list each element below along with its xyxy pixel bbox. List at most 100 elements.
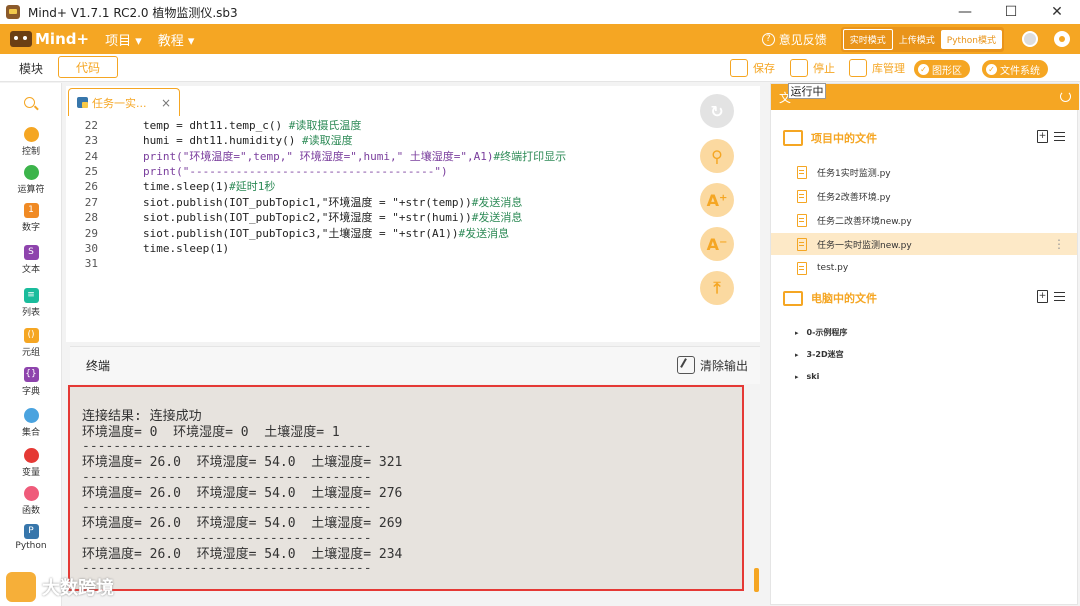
robot-logo-icon xyxy=(10,31,32,47)
minimize-button[interactable]: — xyxy=(942,0,988,24)
mode-realtime[interactable]: 实时模式 xyxy=(842,28,893,50)
file-icon xyxy=(797,213,807,227)
watermark: 大数跨境 xyxy=(6,572,114,602)
font-increase-icon[interactable]: A⁺ xyxy=(700,183,734,217)
palette-label: 控制 xyxy=(21,147,40,157)
watermark-text: 大数跨境 xyxy=(42,578,114,599)
tree-item[interactable]: ▸ 0-示例程序 xyxy=(795,327,847,338)
save-button[interactable]: 保存 xyxy=(730,58,775,78)
palette-operators[interactable]: 运算符 xyxy=(0,165,62,195)
project-files-title: 项目中的文件 xyxy=(811,132,877,145)
font-decrease-icon[interactable]: A⁻ xyxy=(700,227,734,261)
clear-output-button[interactable]: 清除输出 xyxy=(676,356,748,374)
code-text: siot.publish(IOT_pubTopic3,"土壤湿度 = "+str… xyxy=(143,227,459,240)
palette-list[interactable]: ≡ 列表 xyxy=(0,288,62,318)
code-editor[interactable]: 任务一实... × 22 temp = dht11.temp_c() #读取摄氏温… xyxy=(66,86,760,342)
menu-icon[interactable] xyxy=(1054,292,1065,301)
file-item[interactable]: 任务二改善环境new.py xyxy=(771,209,1077,231)
line-number: 28 xyxy=(84,211,98,224)
stop-button[interactable]: 停止 xyxy=(790,58,835,78)
library-button[interactable]: 库管理 xyxy=(849,58,905,78)
editor-file-tab[interactable]: 任务一实... × xyxy=(68,88,180,116)
watermark-logo-icon xyxy=(6,572,36,602)
palette-label: 运算符 xyxy=(17,185,45,195)
toolbar: 模块 代码 保存 停止 库管理 ✓ 图形区 ✓ 文件系统 xyxy=(0,54,1080,82)
file-item-active[interactable]: 任务一实时监测new.py ⋮ xyxy=(771,233,1077,255)
menu-icon[interactable] xyxy=(1054,132,1065,141)
new-file-icon[interactable]: + xyxy=(1037,130,1048,143)
python-file-icon xyxy=(77,97,88,108)
terminal-output[interactable]: 连接结果: 连接成功 环境温度= 0 环境湿度= 0 土壤湿度= 1 -----… xyxy=(68,385,744,591)
tab-blocks[interactable]: 模块 xyxy=(8,57,54,79)
palette-label: Python xyxy=(15,541,47,551)
filesystem-toggle[interactable]: ✓ 文件系统 xyxy=(982,60,1048,78)
search-icon[interactable] xyxy=(24,97,35,108)
file-item[interactable]: 任务1实时监测.py xyxy=(771,161,1077,183)
graphics-toggle[interactable]: ✓ 图形区 xyxy=(914,60,970,78)
palette-set[interactable]: 集合 xyxy=(0,408,62,438)
code-text: humi = dht11.humidity() xyxy=(143,134,302,147)
code-text: time.sleep(1) xyxy=(143,180,230,193)
mode-upload[interactable]: 上传模式 xyxy=(893,30,941,49)
gear-icon[interactable] xyxy=(1054,31,1070,47)
file-item[interactable]: 任务2改善环境.py xyxy=(771,185,1077,207)
question-icon: ? xyxy=(761,32,775,46)
dict-icon: {} xyxy=(23,367,39,382)
tree-item[interactable]: ▸ 3-2D迷宫 xyxy=(795,349,844,360)
menu-tutorial[interactable]: 教程 ▾ xyxy=(158,30,195,49)
palette-functions[interactable]: 函数 xyxy=(0,486,62,516)
clear-output-label: 清除输出 xyxy=(699,358,748,373)
palette-variables[interactable]: 变量 xyxy=(0,448,62,478)
scroll-top-icon[interactable]: ⤒ xyxy=(700,271,734,305)
code-line: 24 print("环境温度=",temp," 环境湿度=",humi," 土壤湿… xyxy=(66,149,686,164)
close-tab-icon[interactable]: × xyxy=(161,96,171,110)
operators-icon xyxy=(23,165,39,180)
code-line: 28 siot.publish(IOT_pubTopic2,"环境湿度 = "+s… xyxy=(66,210,686,225)
palette-control[interactable]: 控制 xyxy=(0,127,62,157)
refresh-icon[interactable]: ↻ xyxy=(700,94,734,128)
file-icon xyxy=(797,189,807,203)
palette-number[interactable]: 1 数字 xyxy=(0,203,62,233)
computer-files-actions: + xyxy=(1037,290,1065,303)
file-name: 任务二改善环境new.py xyxy=(817,216,912,227)
expand-arrow-icon[interactable]: ▸ xyxy=(795,329,799,337)
code-text: temp = dht11.temp_c() xyxy=(143,119,289,132)
file-item[interactable]: test.py xyxy=(771,257,1077,279)
code-text: print("---------------------------------… xyxy=(143,165,448,178)
mode-python[interactable]: Python模式 xyxy=(940,29,1002,49)
user-avatar[interactable] xyxy=(1022,31,1038,47)
tree-item-label: 0-示例程序 xyxy=(806,328,848,337)
code-line: 30 time.sleep(1) xyxy=(66,241,686,256)
file-panel: 文 项目中的文件 + 任务1实时监测.py 任务2改善环境.py 任务二改善环境… xyxy=(770,83,1079,605)
feedback-button[interactable]: ? 意见反馈 xyxy=(761,31,827,48)
palette-python[interactable]: P Python xyxy=(0,524,62,551)
code-comment: #发送消息 xyxy=(471,211,523,224)
refresh-icon[interactable] xyxy=(1060,91,1071,102)
line-number: 24 xyxy=(84,150,98,163)
new-file-icon[interactable]: + xyxy=(1037,290,1048,303)
project-files-section: 项目中的文件 xyxy=(783,130,877,146)
menu-project[interactable]: 项目 ▾ xyxy=(105,30,142,49)
more-options-icon[interactable]: ⋮ xyxy=(1053,238,1065,250)
terminal-scrollbar[interactable] xyxy=(754,568,759,592)
set-icon xyxy=(23,408,39,423)
code-comment: #发送消息 xyxy=(458,227,510,240)
logo-text: Mind+ xyxy=(35,30,90,48)
library-icon xyxy=(849,59,867,77)
file-icon xyxy=(797,165,807,179)
maximize-button[interactable]: ☐ xyxy=(988,0,1034,24)
expand-arrow-icon[interactable]: ▸ xyxy=(795,351,799,359)
zoom-search-icon[interactable]: ⚲ xyxy=(700,139,734,173)
palette-tuple[interactable]: () 元组 xyxy=(0,328,62,358)
code-comment: #延时1秒 xyxy=(229,180,276,193)
expand-arrow-icon[interactable]: ▸ xyxy=(795,373,799,381)
line-number: 29 xyxy=(84,227,98,240)
tab-code[interactable]: 代码 xyxy=(58,56,118,78)
feedback-label: 意见反馈 xyxy=(778,32,827,47)
palette-label: 字典 xyxy=(21,387,40,397)
close-button[interactable]: ✕ xyxy=(1034,0,1080,24)
line-number: 27 xyxy=(84,196,98,209)
palette-text[interactable]: S 文本 xyxy=(0,245,62,275)
tree-item[interactable]: ▸ ski xyxy=(795,372,819,381)
palette-dict[interactable]: {} 字典 xyxy=(0,367,62,397)
